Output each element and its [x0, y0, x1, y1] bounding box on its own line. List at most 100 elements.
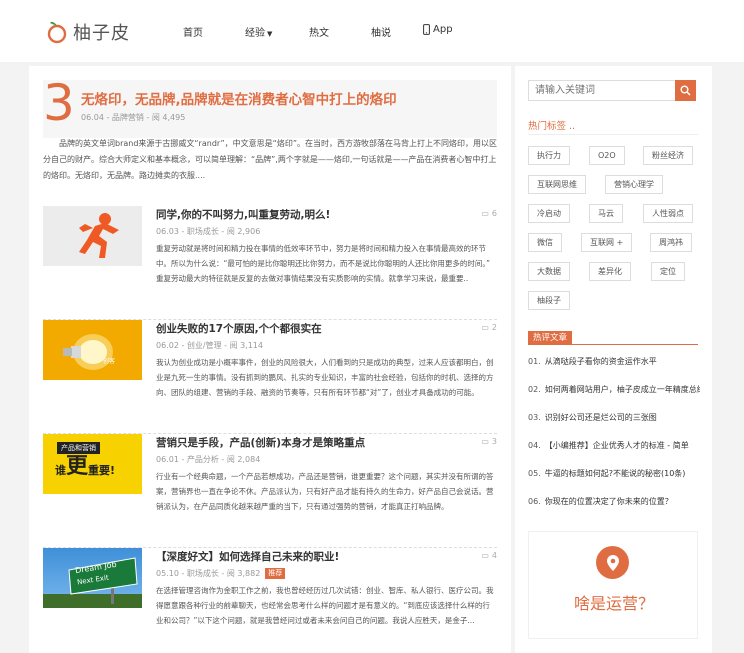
post-meta-text: 06.03 - 职场成长 - 阅 2,906: [156, 227, 261, 236]
post-thumbnail[interactable]: 创客: [43, 320, 142, 380]
tag[interactable]: 定位: [651, 262, 685, 281]
hot-article-title: 【小编推荐】企业优秀人才的标准 - 简单: [544, 441, 689, 450]
light-bulb-icon: [63, 334, 113, 370]
tag[interactable]: 粉丝经济: [643, 146, 693, 165]
hot-article-link[interactable]: 04. 【小编推荐】企业优秀人才的标准 - 简单: [528, 440, 700, 451]
tags-heading: 热门标签 ..: [528, 121, 576, 132]
nav-hot[interactable]: 热文: [309, 24, 329, 39]
featured-excerpt: 品牌的英文单词brand来源于古挪威文“randr”，中文意思是“烙印”。在当时…: [43, 139, 497, 180]
post-title[interactable]: 【深度好文】如何选择自己未来的职业!: [156, 549, 339, 564]
comment-icon: ▭: [481, 551, 489, 560]
nav-experience[interactable]: 经验 ▼: [245, 24, 272, 39]
comment-count-value: 6: [491, 209, 497, 218]
thumb-headline: 谁 更 重要!: [55, 456, 115, 478]
hot-article-link[interactable]: 03. 识别好公司还是烂公司的三张图: [528, 412, 700, 423]
comment-count-value: 4: [491, 551, 497, 560]
phone-icon: [423, 24, 430, 35]
comment-count-value: 2: [491, 323, 497, 332]
tag[interactable]: 营销心理学: [605, 175, 663, 194]
pin-shape: [606, 554, 619, 571]
tag[interactable]: 差异化: [589, 262, 631, 281]
nav-experience-label: 经验: [245, 28, 265, 39]
tag[interactable]: 微信: [528, 233, 562, 252]
hot-article-number: 01.: [528, 357, 541, 366]
post-meta: 06.02 - 创业/管理 - 阅 3,114: [156, 340, 263, 351]
post-title[interactable]: 创业失败的17个原因,个个都很实在: [156, 321, 322, 336]
hot-article-link[interactable]: 02. 如何两着网站用户，柚子皮成立一年精度总结: [528, 384, 700, 395]
post-meta: 06.01 - 产品分析 - 阅 2,084: [156, 454, 260, 465]
running-man-icon: [79, 213, 119, 258]
comment-count[interactable]: ▭ 3: [481, 437, 497, 446]
post-meta-text: 05.10 - 职场成长 - 阅 3,882: [156, 569, 261, 578]
tag[interactable]: 马云: [589, 204, 623, 223]
comment-count-value: 3: [491, 437, 497, 446]
post-meta-text: 06.01 - 产品分析 - 阅 2,084: [156, 455, 261, 464]
nav-app-label: App: [433, 24, 453, 35]
divider: [528, 344, 698, 345]
hot-article-link[interactable]: 06. 你现在的位置决定了你未来的位置？: [528, 496, 700, 507]
hot-article-number: 02.: [528, 385, 541, 394]
comment-icon: ▭: [481, 437, 489, 446]
post-title[interactable]: 同学,你的不叫努力,叫重复劳动,明么!: [156, 207, 330, 222]
hot-article-title: 你现在的位置决定了你未来的位置？: [544, 497, 673, 506]
nav-home[interactable]: 首页: [183, 24, 203, 39]
tag[interactable]: 大数据: [528, 262, 570, 281]
tag[interactable]: O2O: [589, 146, 625, 165]
comment-icon: ▭: [481, 323, 489, 332]
thumb-label: 产品和营销: [57, 442, 100, 454]
post-thumbnail[interactable]: [43, 206, 142, 266]
tag[interactable]: 互联网 +: [581, 233, 633, 252]
search-input[interactable]: [528, 80, 676, 101]
comment-icon: ▭: [481, 209, 489, 218]
thumb-word: 谁: [55, 464, 66, 477]
post-item: 同学,你的不叫努力,叫重复劳动,明么! ▭ 6 06.03 - 职场成长 - 阅 …: [43, 206, 497, 320]
logo[interactable]: 柚子皮: [46, 18, 130, 46]
location-pin-icon: [596, 546, 629, 579]
thumb-word: 重要!: [88, 464, 116, 477]
tag[interactable]: 冷启动: [528, 204, 570, 223]
post-excerpt: 我认为创业成功是小概率事件，创业的风险很大，人们看到的只是成功的典型，过来人应该…: [156, 358, 494, 397]
featured-meta: 06.04 - 品牌营销 - 阅 4,495: [81, 113, 186, 122]
hot-articles-heading: 热评文章: [528, 331, 573, 345]
post-item: 产品和营销 谁 更 重要! 营销只是手段，产品(创新)本身才是策略重点 ▭ 3 0…: [43, 434, 497, 548]
post-meta-text: 06.02 - 创业/管理 - 阅 3,114: [156, 341, 263, 350]
comment-count[interactable]: ▭ 2: [481, 323, 497, 332]
post-thumbnail[interactable]: Dream Job Next Exit: [43, 548, 142, 608]
tag[interactable]: 执行力: [528, 146, 570, 165]
thumb-word: 更: [66, 454, 89, 479]
hot-article-title: 从滴哒段子看你的资金运作水平: [544, 357, 657, 366]
recommend-badge: 推荐: [265, 568, 286, 579]
hot-article-link[interactable]: 05. 牛逼的标题如何起?不能说的秘密(10条): [528, 468, 700, 479]
hot-article-title: 牛逼的标题如何起?不能说的秘密(10条): [544, 469, 686, 478]
tag[interactable]: 人性弱点: [643, 204, 693, 223]
post-item: Dream Job Next Exit 【深度好文】如何选择自己未来的职业! ▭…: [43, 548, 497, 653]
thumb-label: 创客: [103, 358, 116, 365]
post-title[interactable]: 营销只是手段，产品(创新)本身才是策略重点: [156, 435, 365, 450]
tag[interactable]: 互联网思维: [528, 175, 586, 194]
post-thumbnail[interactable]: 产品和营销 谁 更 重要!: [43, 434, 142, 494]
featured-title[interactable]: 无烙印，无品牌,品牌就是在消费者心智中打上的烙印: [81, 88, 397, 108]
post-meta: 06.03 - 职场成长 - 阅 2,906: [156, 226, 260, 237]
post-item: 创客 创业失败的17个原因,个个都很实在 ▭ 2 06.02 - 创业/管理 - …: [43, 320, 497, 434]
caret-down-icon: ▼: [267, 30, 273, 38]
hot-article-number: 06.: [528, 497, 541, 506]
featured-post[interactable]: 3 无烙印，无品牌,品牌就是在消费者心智中打上的烙印 06.04 - 品牌营销 …: [43, 74, 497, 138]
post-excerpt: 重复劳动就是将时间和精力投在事情的低效率环节中，努力是将时间和精力投入在事情最高…: [156, 244, 491, 283]
nav-app[interactable]: App: [423, 24, 453, 35]
tag[interactable]: 周鸿祎: [650, 233, 692, 252]
search-icon: [680, 85, 691, 96]
tag[interactable]: 柚段子: [528, 291, 570, 310]
post-meta: 05.10 - 职场成长 - 阅 3,882 推荐: [156, 568, 286, 579]
logo-text: 柚子皮: [73, 23, 130, 44]
search-button[interactable]: [675, 80, 696, 101]
promo-card[interactable]: 啥是运营？: [528, 531, 698, 639]
promo-text: 啥是运营？: [573, 594, 654, 613]
nav-grapefruit-talk[interactable]: 柚说: [371, 24, 391, 39]
hot-article-number: 05.: [528, 469, 541, 478]
comment-count[interactable]: ▭ 4: [481, 551, 497, 560]
hot-article-link[interactable]: 01. 从滴哒段子看你的资金运作水平: [528, 356, 700, 367]
site-header: 柚子皮 首页 经验 ▼ 热文 柚说 App: [0, 0, 744, 62]
divider: [528, 134, 698, 135]
featured-number: 3: [43, 74, 75, 132]
comment-count[interactable]: ▭ 6: [481, 209, 497, 218]
